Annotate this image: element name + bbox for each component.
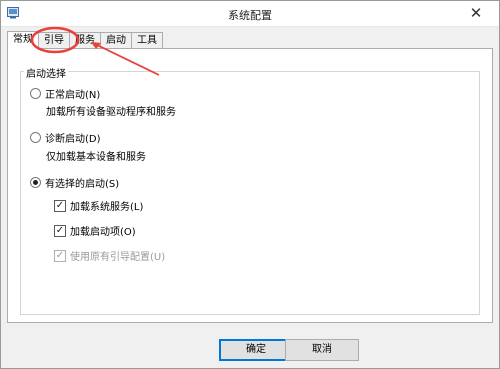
load-system-services-label: 加载系统服务(L) bbox=[70, 202, 144, 213]
normal-startup-label: 正常启动(N) bbox=[45, 90, 101, 101]
tab-strip: 常规 引导 服务 启动 工具 bbox=[7, 31, 163, 50]
load-startup-items-checkbox[interactable]: ✓ 加载启动项(O) bbox=[54, 223, 136, 238]
tab-startup[interactable]: 启动 bbox=[100, 32, 132, 49]
system-config-window: 系统配置 ✕ 常规 引导 服务 启动 工具 启动选择 正常启动(N) 加载所有设… bbox=[0, 0, 500, 369]
tab-tools[interactable]: 工具 bbox=[131, 32, 163, 49]
normal-startup-radio[interactable]: 正常启动(N) bbox=[30, 86, 100, 101]
selective-startup-radio[interactable]: 有选择的启动(S) bbox=[30, 175, 119, 190]
title-bar: 系统配置 ✕ bbox=[1, 1, 499, 27]
diagnostic-startup-radio[interactable]: 诊断启动(D) bbox=[30, 130, 101, 145]
use-original-boot-config-checkbox: ✓ 使用原有引导配置(U) bbox=[54, 248, 165, 263]
close-icon[interactable]: ✕ bbox=[455, 1, 497, 25]
cancel-button[interactable]: 取消 bbox=[285, 339, 359, 361]
normal-startup-desc: 加载所有设备驱动程序和服务 bbox=[46, 107, 176, 118]
diagnostic-startup-label: 诊断启动(D) bbox=[45, 134, 101, 145]
ok-button[interactable]: 确定 bbox=[219, 339, 293, 361]
tab-boot[interactable]: 引导 bbox=[38, 32, 70, 49]
use-original-boot-config-label: 使用原有引导配置(U) bbox=[70, 252, 166, 263]
load-system-services-checkbox[interactable]: ✓ 加载系统服务(L) bbox=[54, 198, 143, 213]
diagnostic-startup-desc: 仅加载基本设备和服务 bbox=[46, 152, 146, 163]
tab-services[interactable]: 服务 bbox=[69, 32, 101, 49]
radio-button-selected-icon[interactable] bbox=[30, 177, 41, 188]
selective-startup-label: 有选择的启动(S) bbox=[45, 179, 120, 190]
radio-button-icon[interactable] bbox=[30, 88, 41, 99]
general-tab-panel: 启动选择 正常启动(N) 加载所有设备驱动程序和服务 诊断启动(D) 仅加载基本… bbox=[7, 48, 493, 323]
checkmark-icon[interactable]: ✓ bbox=[54, 224, 66, 237]
load-startup-items-label: 加载启动项(O) bbox=[70, 227, 136, 238]
checkmark-icon[interactable]: ✓ bbox=[54, 199, 66, 212]
tab-general[interactable]: 常规 bbox=[7, 31, 39, 50]
radio-button-icon[interactable] bbox=[30, 132, 41, 143]
window-title: 系统配置 bbox=[228, 9, 272, 22]
startup-selection-label: 启动选择 bbox=[24, 65, 68, 80]
checkmark-icon: ✓ bbox=[54, 249, 66, 262]
